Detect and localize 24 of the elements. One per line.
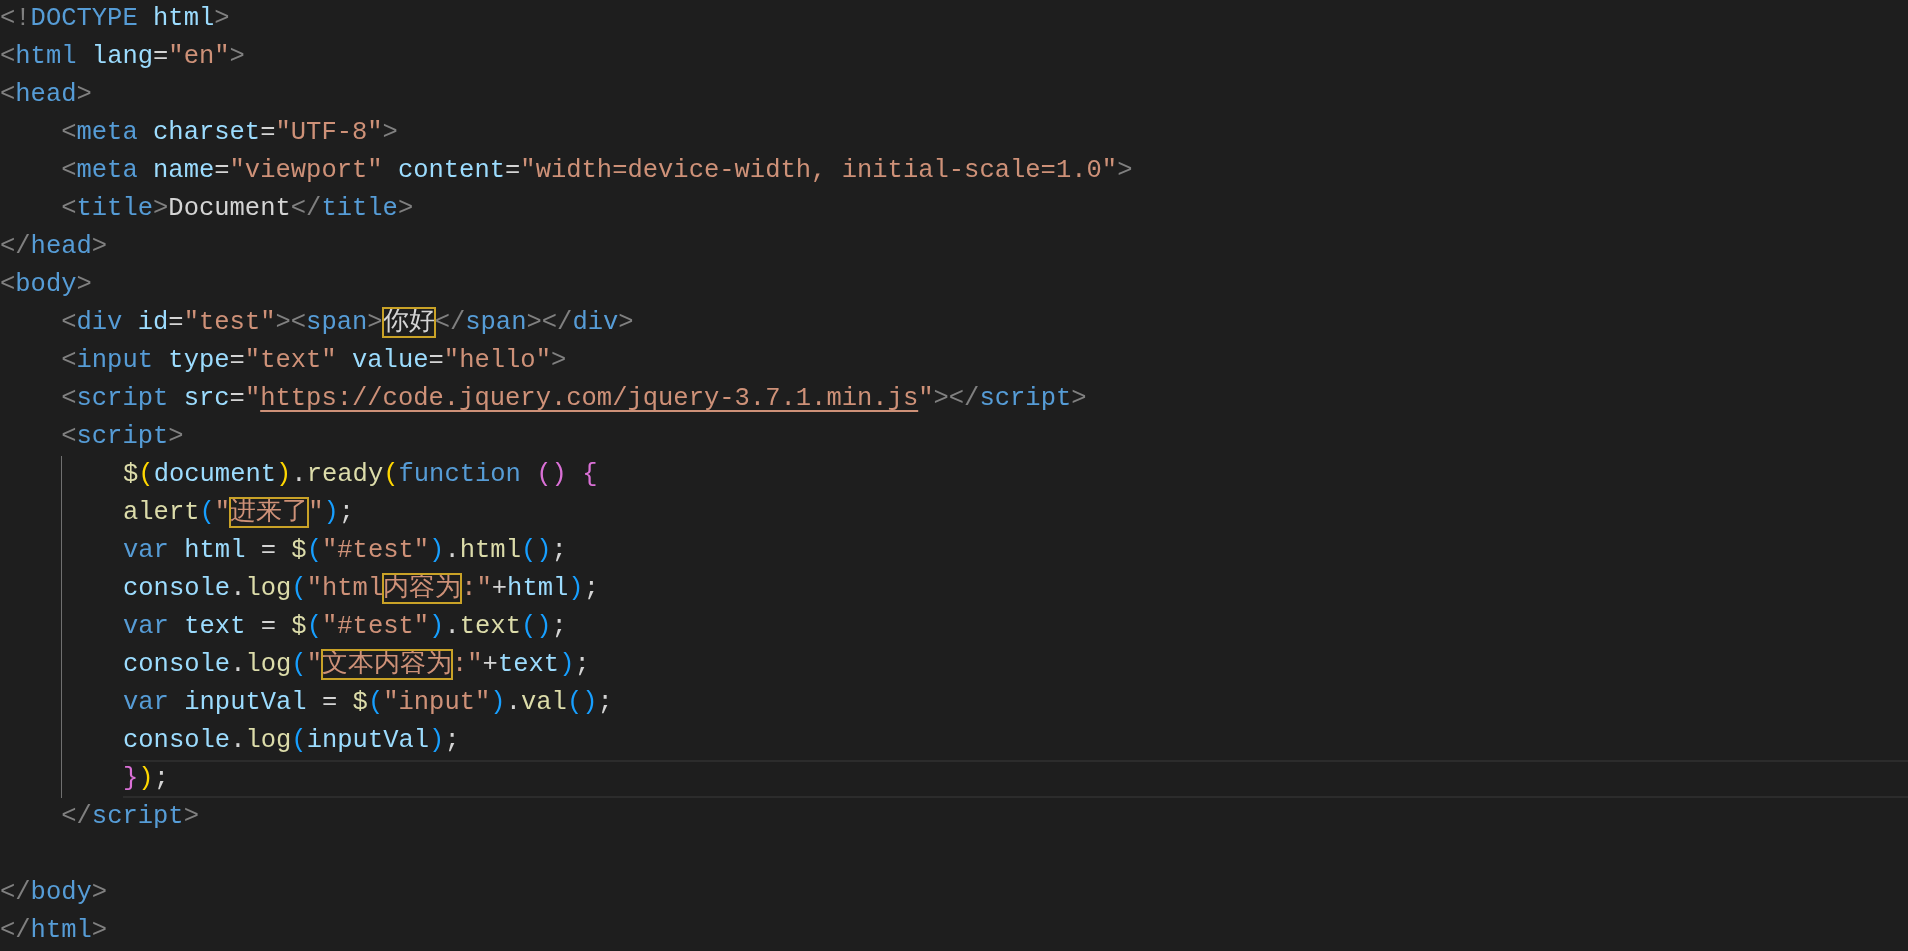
code-line: console.log(inputVal);: [123, 726, 460, 755]
code-line: });: [123, 764, 169, 793]
code-line: </head>: [0, 232, 108, 261]
code-line: <html lang="en">: [0, 42, 245, 71]
code-line: </html>: [0, 916, 108, 945]
code-line: </body>: [0, 878, 108, 907]
code-line: <title>Document</title>: [60, 194, 414, 223]
code-line: <input type="text" value="hello">: [60, 346, 567, 375]
code-line: <script src="https://code.jquery.com/jquery-3.7.1.min.js"></script>: [60, 384, 1087, 413]
code-line: var inputVal = $("input").val();: [123, 688, 613, 717]
code-line: <meta charset="UTF-8">: [60, 118, 398, 147]
code-line: </script>: [60, 802, 199, 831]
code-line: <!DOCTYPE html>: [0, 4, 230, 33]
code-line: $(document).ready(function () {: [123, 460, 598, 489]
code-line: <div id="test"><span>你好</span></div>: [60, 308, 634, 337]
code-line: var html = $("#test").html();: [123, 536, 567, 565]
code-line: var text = $("#test").text();: [123, 612, 567, 641]
code-line: <head>: [0, 80, 92, 109]
code-line: <body>: [0, 270, 92, 299]
code-line: alert("进来了");: [123, 498, 355, 527]
code-line: <meta name="viewport" content="width=device-width, initial-scale=1.0">: [60, 156, 1133, 185]
code-line: console.log("html内容为:"+html);: [123, 574, 599, 603]
code-line: <script>: [60, 422, 184, 451]
code-line: console.log("文本内容为:"+text);: [123, 650, 590, 679]
